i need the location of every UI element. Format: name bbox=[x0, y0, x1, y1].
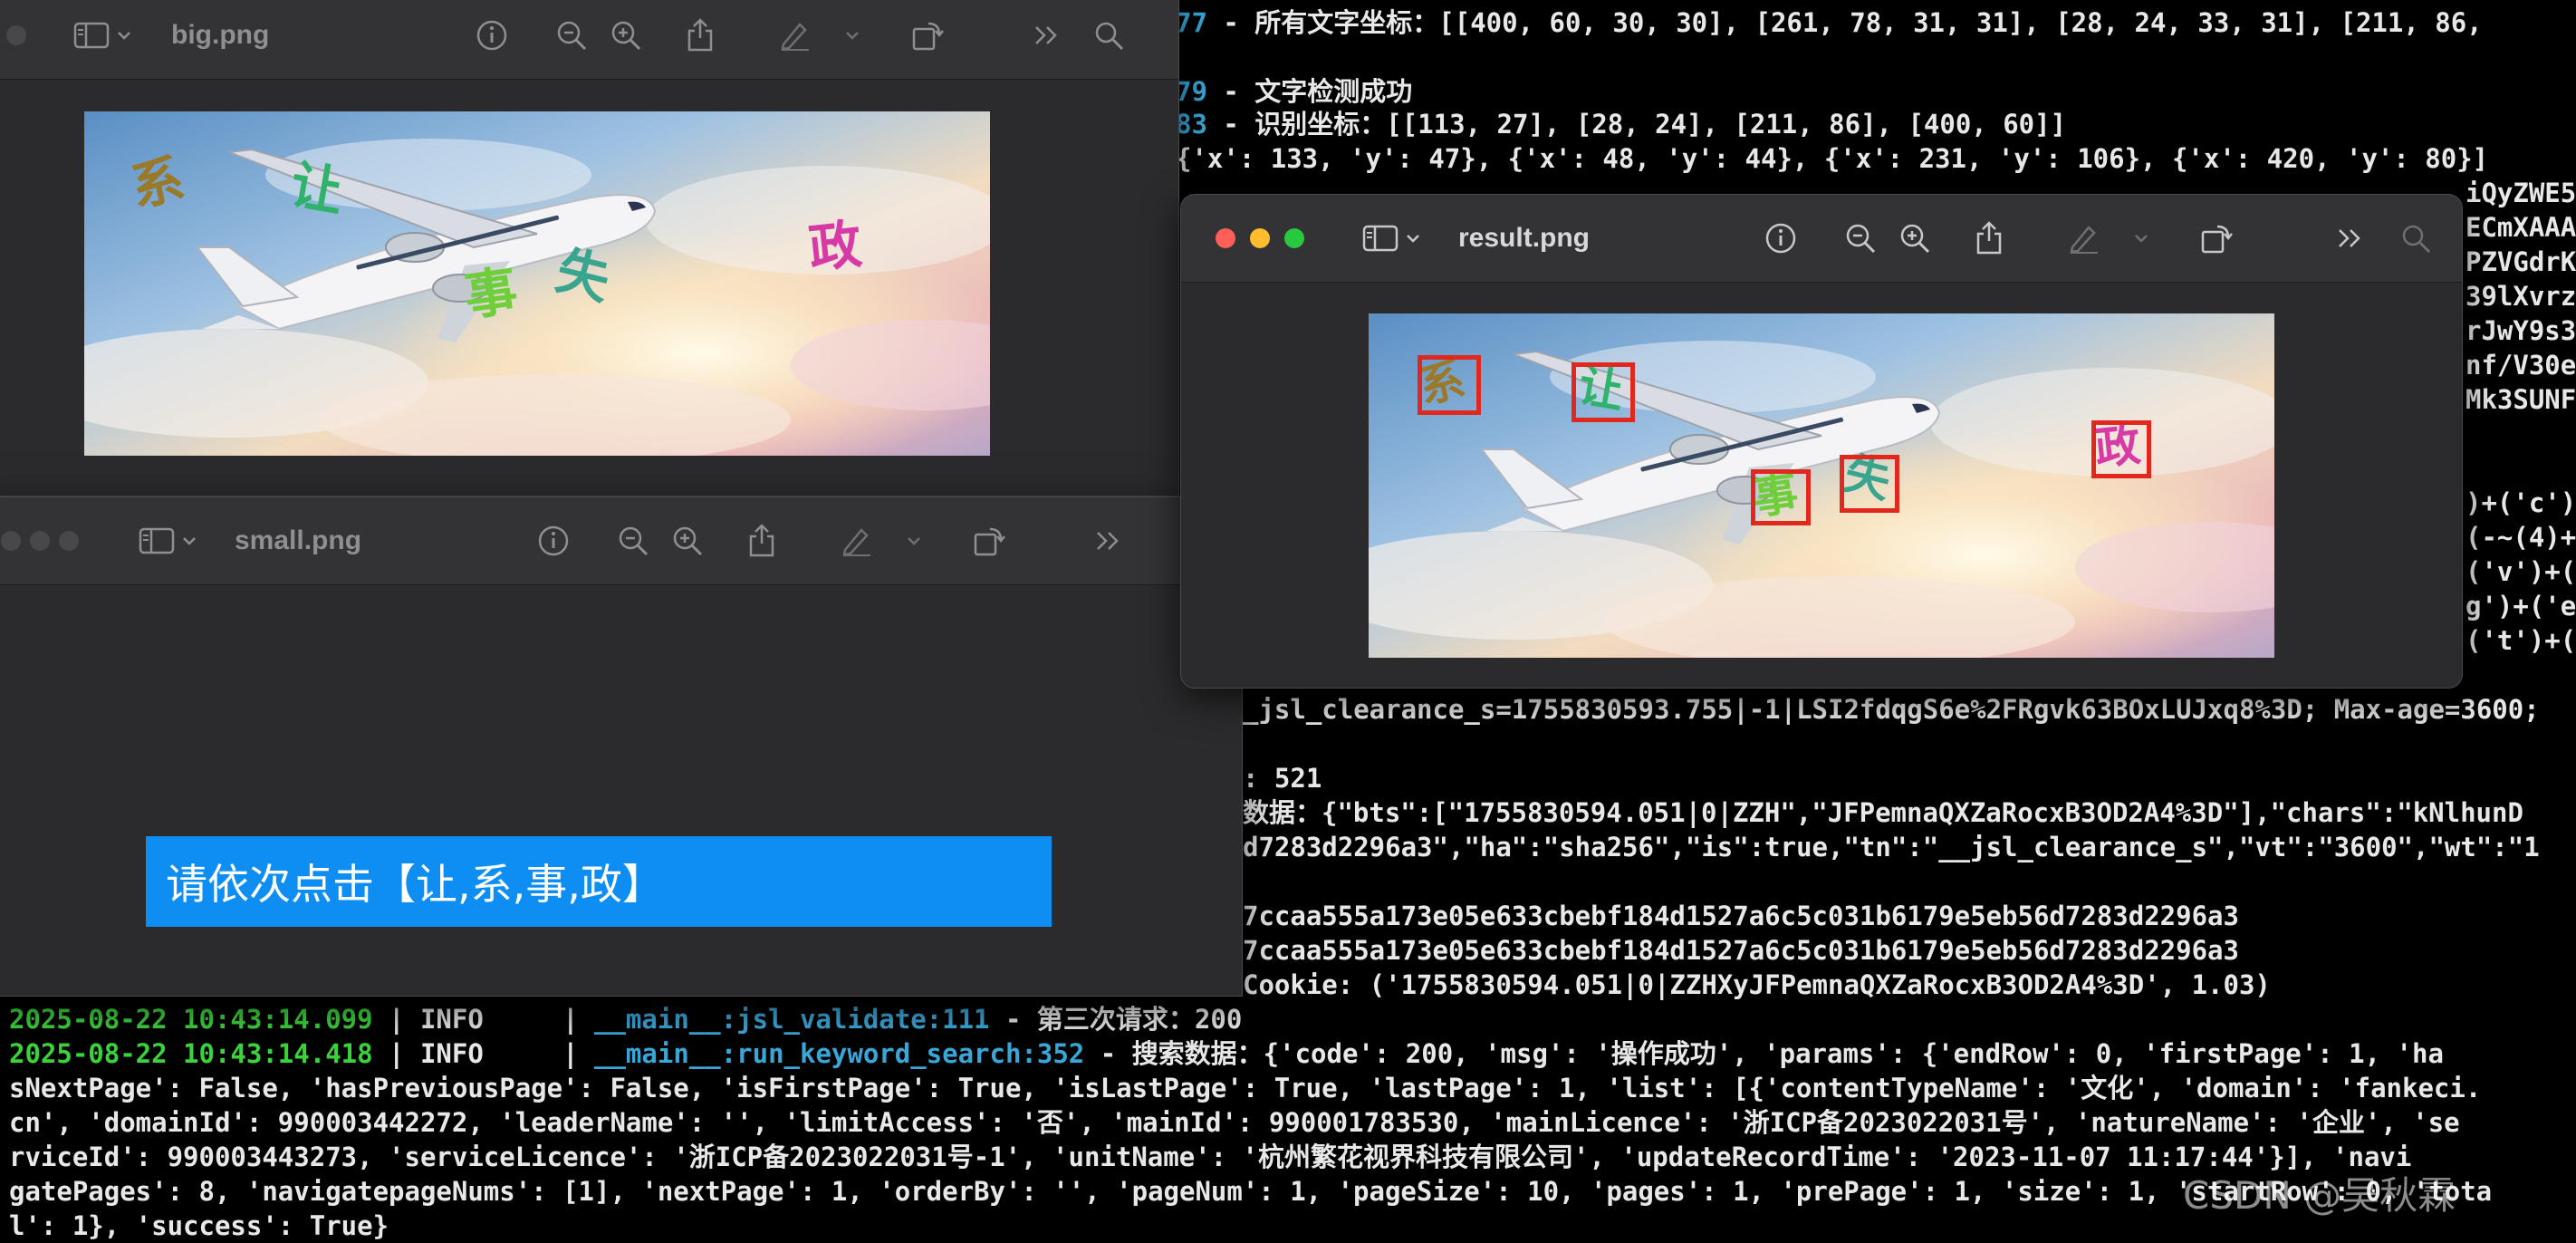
terminal-line: 7ccaa555a173e05e633cbebf184d1527a6c5c031… bbox=[1243, 901, 2239, 931]
close-button[interactable] bbox=[1216, 228, 1235, 248]
chevron-down-icon[interactable] bbox=[1406, 233, 1420, 244]
share-icon[interactable] bbox=[686, 18, 715, 53]
terminal-line-fragment: g')+('e bbox=[2465, 591, 2576, 622]
markup-icon[interactable] bbox=[778, 19, 811, 52]
terminal-line: 79 - 文字检测成功 bbox=[1176, 76, 1413, 107]
chevron-down-icon[interactable] bbox=[117, 30, 131, 41]
captcha-char[interactable]: 事 bbox=[461, 259, 522, 327]
chevron-down-icon[interactable] bbox=[2134, 233, 2148, 244]
search-icon[interactable] bbox=[2400, 223, 2431, 254]
window-control-dot[interactable] bbox=[6, 25, 26, 45]
window-content: 请依次点击【让,系,事,政】 bbox=[0, 585, 1242, 996]
info-icon[interactable] bbox=[1764, 222, 1797, 255]
zoom-out-icon[interactable] bbox=[1844, 222, 1877, 255]
terminal-line: {'x': 133, 'y': 47}, {'x': 48, 'y': 44},… bbox=[1176, 143, 2489, 174]
terminal-line: rviceId': 990003443273, 'serviceLicence'… bbox=[9, 1142, 2412, 1172]
terminal-line: 数据：{"bts":["1755830594.051|0|ZZH","JFPem… bbox=[1243, 797, 2523, 828]
terminal-line-fragment: ('v')+( bbox=[2465, 556, 2576, 587]
share-icon[interactable] bbox=[747, 524, 776, 558]
terminal-line: sNextPage': False, 'hasPreviousPage': Fa… bbox=[9, 1073, 2482, 1103]
csdn-watermark: CSDN @吴秋霖 bbox=[2183, 1173, 2456, 1218]
sidebar-icon[interactable] bbox=[1362, 225, 1399, 252]
zoom-out-icon[interactable] bbox=[555, 19, 588, 52]
terminal-line-fragment: rJwY9s3 bbox=[2465, 315, 2576, 346]
terminal-line: 83 - 识别坐标：[[113, 27], [28, 24], [211, 86… bbox=[1176, 109, 2067, 140]
chevron-down-icon[interactable] bbox=[907, 535, 921, 546]
search-icon[interactable] bbox=[1093, 20, 1124, 51]
captcha-prompt-text: 请依次点击【让,系,事,政】 bbox=[166, 860, 664, 909]
terminal-line-fragment: nf/V30e bbox=[2465, 350, 2576, 381]
terminal-line-fragment: 39lXvrz bbox=[2465, 281, 2576, 312]
minimize-button[interactable] bbox=[1250, 228, 1270, 248]
terminal-log-line: 2025-08-22 10:43:14.099 | INFO | __main_… bbox=[9, 1004, 1243, 1035]
terminal-line-fragment: ('t')+( bbox=[2465, 625, 2576, 656]
markup-icon[interactable] bbox=[840, 525, 872, 557]
detection-box bbox=[1418, 355, 1481, 415]
window-content: 系 让 事 失 政 bbox=[1181, 283, 2462, 688]
more-icon[interactable] bbox=[2337, 227, 2364, 249]
big-png-window[interactable]: big.png 系 让 事 失 政 bbox=[0, 0, 1179, 496]
share-icon[interactable] bbox=[1975, 221, 2004, 255]
detection-box bbox=[1572, 362, 1635, 422]
zoom-out-icon[interactable] bbox=[617, 525, 649, 557]
small-png-window[interactable]: small.png 请依次点击【让,系,事,政】 bbox=[0, 496, 1243, 997]
result-image[interactable]: 系 让 事 失 政 bbox=[1369, 313, 2274, 658]
captcha-char[interactable]: 系 bbox=[126, 148, 190, 219]
markup-icon[interactable] bbox=[2067, 222, 2100, 255]
more-icon[interactable] bbox=[1033, 24, 1061, 46]
window-control-dot[interactable] bbox=[1, 531, 21, 551]
terminal-line: : 521 bbox=[1243, 763, 1322, 794]
terminal-line-fragment: Mk3SUNF bbox=[2465, 384, 2576, 415]
zoom-in-icon[interactable] bbox=[671, 525, 704, 557]
window-control-dot[interactable] bbox=[59, 531, 79, 551]
info-icon[interactable] bbox=[537, 525, 570, 557]
captcha-char[interactable]: 让 bbox=[286, 153, 349, 223]
terminal-line: 77 - 所有文字坐标：[[400, 60, 30, 30], [261, 78… bbox=[1176, 7, 2483, 38]
sidebar-icon[interactable] bbox=[139, 527, 175, 554]
more-icon[interactable] bbox=[1095, 530, 1122, 552]
window-title: small.png bbox=[235, 525, 362, 555]
terminal-line: 7ccaa555a173e05e633cbebf184d1527a6c5c031… bbox=[1243, 935, 2239, 966]
captcha-char[interactable]: 政 bbox=[806, 213, 865, 280]
window-content: 系 让 事 失 政 bbox=[0, 80, 1178, 496]
detection-box bbox=[2091, 420, 2151, 478]
window-control-dot[interactable] bbox=[30, 531, 50, 551]
window-titlebar[interactable]: result.png bbox=[1181, 195, 2462, 283]
window-titlebar[interactable]: big.png bbox=[0, 0, 1178, 80]
zoom-button[interactable] bbox=[1284, 228, 1304, 248]
window-title: result.png bbox=[1458, 223, 1591, 253]
terminal-log-line: 2025-08-22 10:43:14.418 | INFO | __main_… bbox=[9, 1038, 2444, 1069]
terminal-line: d7283d2296a3","ha":"sha256","is":true,"t… bbox=[1243, 832, 2540, 862]
terminal-line-fragment: (-~(4)+ bbox=[2465, 522, 2576, 553]
rotate-icon[interactable] bbox=[972, 524, 1006, 558]
zoom-in-icon[interactable] bbox=[1898, 222, 1931, 255]
window-titlebar[interactable]: small.png bbox=[0, 497, 1242, 585]
detection-box bbox=[1751, 469, 1811, 525]
detection-box bbox=[1840, 455, 1899, 513]
terminal-line: _jsl_clearance_s=1755830593.755|-1|LSI2f… bbox=[1243, 694, 2540, 725]
terminal-line-fragment: iQyZWE5 bbox=[2465, 178, 2576, 208]
captcha-prompt-banner: 请依次点击【让,系,事,政】 bbox=[146, 836, 1052, 927]
terminal-line: l': 1}, 'success': True} bbox=[9, 1210, 389, 1241]
sidebar-icon[interactable] bbox=[73, 22, 110, 49]
terminal-line: gatePages': 8, 'navigatepageNums': [1], … bbox=[9, 1176, 2493, 1207]
chevron-down-icon[interactable] bbox=[845, 30, 860, 41]
result-png-window[interactable]: result.png 系 让 事 失 政 bbox=[1180, 194, 2463, 689]
terminal-line: Cookie: ('1755830594.051|0|ZZHXyJFPemnaQ… bbox=[1243, 969, 2271, 1000]
terminal-line: cn', 'domainId': 990003442272, 'leaderNa… bbox=[9, 1107, 2460, 1138]
captcha-background-image[interactable]: 系 让 事 失 政 bbox=[84, 111, 990, 456]
rotate-icon[interactable] bbox=[910, 18, 945, 53]
zoom-in-icon[interactable] bbox=[610, 19, 642, 52]
terminal-line-fragment: PZVGdrK bbox=[2465, 246, 2576, 277]
terminal-line-fragment: )+('c') bbox=[2465, 487, 2576, 518]
chevron-down-icon[interactable] bbox=[182, 535, 197, 546]
terminal-line-fragment: ECmXAAA bbox=[2465, 212, 2576, 243]
info-icon[interactable] bbox=[476, 19, 508, 52]
rotate-icon[interactable] bbox=[2199, 221, 2234, 255]
window-title: big.png bbox=[171, 20, 270, 50]
